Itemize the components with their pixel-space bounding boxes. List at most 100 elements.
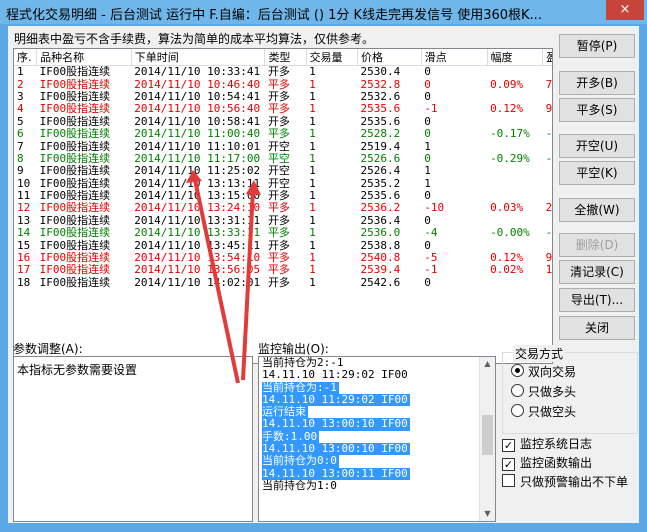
table-row[interactable]: 14 IF00股指连续 2014/11/10 13:33:11 平多 1 2536.0 -4…: [14, 227, 553, 240]
monitor-line-text: 14.11.10 11:29:02 IF00: [262, 368, 408, 382]
table-row[interactable]: 17 IF00股指连续 2014/11/10 13:56:05 平多 1 2539.4 -1…: [14, 264, 552, 277]
params-textarea[interactable]: 本指标无参数需要设置: [13, 356, 253, 522]
table-cell: 平多: [267, 251, 290, 265]
trade-list[interactable]: 序.品种名称下单时间类型交易量价格滑点幅度盈 1 IF00股指连续 2014/11/…: [13, 48, 553, 364]
table-cell: 2528.2: [360, 127, 401, 141]
table-row[interactable]: 3 IF00股指连续 2014/11/10 10:54:41 开多 1 2532.6 0: [14, 90, 552, 103]
table-cell: 6: [17, 127, 24, 141]
table-cell: 2530.4: [360, 65, 401, 79]
close-long-button[interactable]: 平多(S): [559, 98, 635, 122]
table-cell: 1: [309, 177, 316, 190]
table-cell: IF00股指连续: [39, 189, 111, 203]
monitor-line: 当前持仓为0:0: [259, 455, 495, 468]
table-cell: 2535.2: [360, 177, 401, 190]
note-text: 明细表中盈亏不含手续费，算法为简单的成本平均算法，仅供参考。: [14, 32, 375, 46]
table-cell: [487, 165, 543, 177]
column-header[interactable]: 幅度: [487, 49, 544, 66]
table-row[interactable]: 6 IF00股指连续 2014/11/10 11:00:40 平多 1 2528.2 0 -0…: [14, 127, 553, 141]
column-header[interactable]: 滑点: [421, 49, 488, 66]
monitor-line: 14.11.10 11:29:02 IF00: [259, 369, 495, 381]
pause-button[interactable]: 暂停(P): [559, 34, 635, 58]
table-cell: 2535.6: [360, 115, 401, 128]
table-row[interactable]: 2 IF00股指连续 2014/11/10 10:46:40 平多 1 2532.8 0 0.…: [14, 78, 552, 91]
table-row[interactable]: 1 IF00股指连续 2014/11/10 10:33:41 开多 1 2530.4 0: [14, 65, 552, 79]
table-cell: 0.12%: [490, 103, 524, 116]
table-row[interactable]: 9 IF00股指连续 2014/11/10 11:25:02 开空 1 2526.4 1: [14, 165, 552, 178]
column-header[interactable]: 品种名称: [36, 49, 132, 66]
column-header[interactable]: 盈: [542, 49, 552, 66]
table-cell: IF00股指连续: [39, 152, 111, 165]
table-row[interactable]: 4 IF00股指连续 2014/11/10 10:56:40 平多 1 2535.6 -1 0…: [14, 103, 552, 116]
table-cell: 2526.4: [360, 165, 401, 178]
open-short-button[interactable]: 开空(U): [559, 134, 635, 158]
table-cell: 2539.4: [360, 264, 401, 277]
table-cell: 2014/11/10 10:58:41: [134, 115, 261, 128]
table-cell: IF00股指连续: [39, 276, 111, 289]
scroll-thumb[interactable]: [482, 415, 493, 455]
table-cell: IF00股指连续: [39, 165, 111, 178]
table-cell: 0: [424, 115, 431, 128]
check-label: 只做预警输出不下单: [520, 475, 629, 489]
table-cell: 1: [309, 78, 316, 91]
table-cell: -0.00%: [490, 227, 530, 240]
table-row[interactable]: 18 IF00股指连续 2014/11/10 14:02:01 开多 1 2542.6 0: [14, 276, 552, 289]
table-cell: 5: [17, 115, 24, 128]
radio-long-only[interactable]: 只做多头: [511, 383, 576, 400]
close-short-button[interactable]: 平空(K): [559, 161, 635, 185]
table-cell: 2014/11/10 13:15:00: [134, 189, 261, 203]
table-row[interactable]: 8 IF00股指连续 2014/11/10 11:17:00 平空 1 2526.6 0 -0…: [14, 152, 553, 165]
export-button[interactable]: 导出(T)...: [559, 288, 635, 312]
table-cell: 7: [17, 140, 24, 153]
table-cell: 平多: [267, 103, 290, 116]
table-cell: 1: [17, 65, 24, 79]
scroll-up-icon[interactable]: ▲: [480, 357, 495, 371]
table-row[interactable]: 7 IF00股指连续 2014/11/10 11:10:01 开空 1 2519.4 1: [14, 140, 552, 153]
table-cell: -3: [545, 227, 553, 240]
table-cell: -2: [545, 152, 553, 165]
radio-short-only[interactable]: 只做空头: [511, 403, 576, 420]
window-title: 程式化交易明细 - 后台测试 运行中 F.自编：后台测试 () 1分 K线走完再…: [6, 8, 542, 23]
table-cell: 0: [424, 239, 431, 252]
check-system-log[interactable]: ✓ 监控系统日志: [502, 435, 592, 452]
monitor-output[interactable]: 当前持仓为2:-1 14.11.10 11:29:02 IF00 当前持仓为:-1 1…: [258, 356, 496, 522]
open-long-button[interactable]: 开多(B): [559, 71, 635, 95]
radio-two-way[interactable]: 双向交易: [511, 363, 576, 380]
table-row[interactable]: 12 IF00股指连续 2014/11/10 13:24:10 平多 1 2536.2 -1…: [14, 202, 552, 214]
column-header[interactable]: 下单时间: [131, 49, 266, 66]
monitor-scrollbar[interactable]: ▲ ▼: [479, 357, 495, 521]
table-cell: 3: [17, 90, 24, 103]
close-all-button[interactable]: 全撤(W): [559, 198, 635, 222]
column-header[interactable]: 序.: [14, 49, 38, 66]
table-cell: 1: [424, 140, 431, 153]
table-cell: 开多: [267, 115, 290, 128]
table-cell: 1: [309, 115, 316, 128]
close-window-button[interactable]: ×: [606, 0, 644, 20]
column-header[interactable]: 类型: [264, 49, 307, 66]
table-row[interactable]: 11 IF00股指连续 2014/11/10 13:15:00 开多 1 2535.6 0: [14, 189, 552, 203]
table-row[interactable]: 16 IF00股指连续 2014/11/10 13:54:10 平多 1 2540.8 -5…: [14, 251, 552, 265]
table-row[interactable]: 5 IF00股指连续 2014/11/10 10:58:41 开多 1 2535.6 0: [14, 115, 552, 128]
table-cell: 0: [424, 152, 431, 165]
scroll-down-icon[interactable]: ▼: [480, 507, 495, 521]
table-cell: 开多: [267, 214, 290, 227]
column-header[interactable]: 交易量: [306, 49, 358, 66]
column-header[interactable]: 价格: [357, 49, 422, 66]
radio-label: 只做空头: [528, 405, 577, 419]
clear-records-button[interactable]: 清记录(C): [559, 260, 635, 284]
table-cell: -1: [545, 127, 553, 141]
trade-table: 序.品种名称下单时间类型交易量价格滑点幅度盈 1 IF00股指连续 2014/11/…: [14, 49, 553, 289]
table-cell: 2014/11/10 14:02:01: [134, 276, 261, 289]
table-cell: 开多: [267, 276, 290, 289]
check-function-output[interactable]: ✓ 监控函数输出: [502, 454, 592, 471]
table-row[interactable]: 15 IF00股指连续 2014/11/10 13:45:11 开多 1 2538.8 0: [14, 239, 552, 252]
table-cell: 2014/11/10 11:10:01: [134, 140, 261, 153]
table-cell: 1: [309, 127, 316, 141]
table-row[interactable]: 10 IF00股指连续 2014/11/10 13:13:11 开空 1 2535.2 1: [14, 177, 552, 190]
delete-button[interactable]: 删除(D): [559, 233, 635, 257]
table-cell: 2536.4: [360, 214, 401, 227]
table-cell: [487, 239, 543, 251]
check-alert-only[interactable]: 只做预警输出不下单: [502, 473, 628, 490]
monitor-lines: 当前持仓为2:-1 14.11.10 11:29:02 IF00 当前持仓为:-1 1…: [259, 357, 495, 492]
table-row[interactable]: 13 IF00股指连续 2014/11/10 13:31:11 开多 1 2536.4 0: [14, 214, 552, 227]
close-button[interactable]: 关闭: [559, 316, 635, 340]
